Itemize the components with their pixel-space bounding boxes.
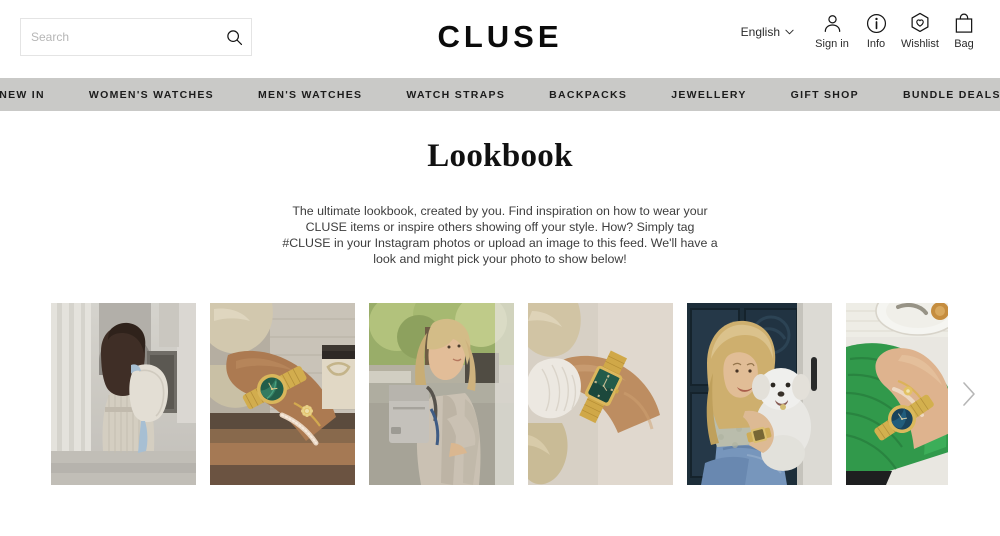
nav-item-new-in[interactable]: NEW IN <box>0 89 67 101</box>
hexagon-heart-icon <box>909 10 931 36</box>
bag-button[interactable]: Bag <box>942 10 986 51</box>
gallery-item[interactable] <box>687 303 832 485</box>
nav-item-jewellery[interactable]: JEWELLERY <box>649 89 768 101</box>
nav-item-bundle-deals[interactable]: BUNDLE DEALS <box>881 89 1000 101</box>
wishlist-label: Wishlist <box>901 38 939 50</box>
lookbook-photo-3 <box>369 303 514 485</box>
info-circle-icon <box>866 10 887 36</box>
chevron-right-icon <box>963 382 975 406</box>
language-selector[interactable]: English <box>741 25 794 39</box>
nav-item-backpacks[interactable]: BACKPACKS <box>527 89 649 101</box>
nav-item-watch-straps[interactable]: WATCH STRAPS <box>384 89 527 101</box>
gallery-item[interactable] <box>528 303 673 485</box>
sign-in-button[interactable]: Sign in <box>810 10 854 51</box>
sign-in-label: Sign in <box>815 38 849 50</box>
info-label: Info <box>866 38 886 50</box>
gallery-track[interactable] <box>51 303 948 485</box>
lookbook-photo-5 <box>687 303 832 485</box>
info-button[interactable]: Info <box>854 10 898 51</box>
lookbook-photo-2 <box>210 303 355 485</box>
header-utilities: English Sign in Info Wishlist Bag <box>741 10 986 51</box>
language-label: English <box>740 25 780 39</box>
chevron-down-icon <box>785 29 794 35</box>
bag-label: Bag <box>954 38 974 50</box>
lookbook-photo-1 <box>51 303 196 485</box>
main-navigation: NEW IN WOMEN'S WATCHES MEN'S WATCHES WAT… <box>0 78 1000 111</box>
page-title: Lookbook <box>427 138 573 174</box>
main-content: Lookbook The ultimate lookbook, created … <box>0 111 1000 485</box>
nav-item-gift-shop[interactable]: GIFT SHOP <box>769 89 881 101</box>
lookbook-gallery <box>0 303 1000 485</box>
site-header: CLUSE English Sign in <box>0 0 1000 78</box>
intro-paragraph: The ultimate lookbook, created by you. F… <box>282 204 718 266</box>
lookbook-photo-4 <box>528 303 673 485</box>
wishlist-button[interactable]: Wishlist <box>898 10 942 51</box>
gallery-item[interactable] <box>846 303 948 485</box>
user-icon <box>822 10 843 36</box>
gallery-item[interactable] <box>51 303 196 485</box>
lookbook-photo-6 <box>846 303 948 485</box>
nav-item-womens-watches[interactable]: WOMEN'S WATCHES <box>67 89 236 101</box>
shopping-bag-icon <box>954 10 974 36</box>
gallery-item[interactable] <box>210 303 355 485</box>
nav-item-mens-watches[interactable]: MEN'S WATCHES <box>236 89 384 101</box>
gallery-next-button[interactable] <box>956 377 982 411</box>
gallery-item[interactable] <box>369 303 514 485</box>
